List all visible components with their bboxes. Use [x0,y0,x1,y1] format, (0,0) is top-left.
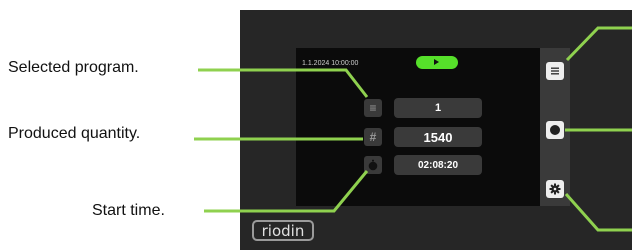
riodin-logo: riodin [252,220,314,241]
annotation-connectors [194,26,632,232]
